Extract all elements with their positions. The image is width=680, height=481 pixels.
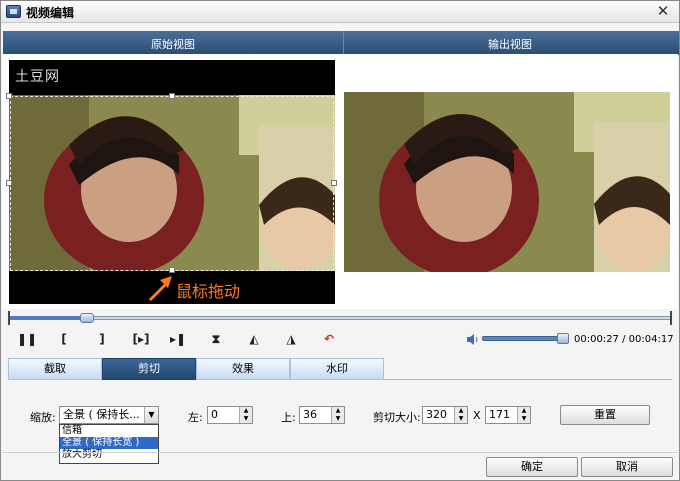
top-offset-label: 上: [281, 411, 296, 424]
crop-handle-bottom[interactable] [169, 267, 175, 273]
crop-width-stepper[interactable]: ▲ ▼ [454, 407, 467, 423]
crop-handle-top-left[interactable] [6, 93, 12, 99]
top-offset-value: 36 [303, 408, 317, 421]
pause-button[interactable]: ❚❚ [14, 328, 40, 350]
left-offset-input[interactable]: 0 ▲ ▼ [207, 406, 253, 424]
volume-slider[interactable] [482, 336, 567, 341]
crop-height-stepper[interactable]: ▲ ▼ [517, 407, 530, 423]
top-offset-input[interactable]: 36 ▲ ▼ [299, 406, 345, 424]
left-offset-value: 0 [211, 408, 218, 421]
timeline-slider[interactable] [8, 311, 672, 325]
rotate-left-icon[interactable]: ◭ [241, 328, 267, 350]
timeline-end-marker [670, 311, 672, 325]
window-title: 视频编辑 [26, 6, 75, 20]
zoom-option-zoom-crop[interactable]: 放大剪切 [60, 449, 158, 461]
close-icon[interactable]: ✕ [655, 3, 671, 19]
output-view-label: 输出视图 [488, 38, 532, 51]
crop-handle-top[interactable] [169, 93, 175, 99]
rotate-right-icon[interactable]: ◮ [278, 328, 304, 350]
crop-width-input[interactable]: 320 ▲ ▼ [422, 406, 468, 424]
zoom-dropdown-list: 信箱 全景 ( 保持长宽 ) 放大剪切 [59, 424, 159, 464]
tab-effect[interactable]: 效果 [196, 358, 290, 380]
crop-height-value: 171 [489, 408, 510, 421]
source-watermark: 土豆网 [15, 69, 60, 85]
output-frame [344, 92, 670, 272]
timeline-start-marker [8, 311, 10, 325]
cancel-button[interactable]: 取消 [581, 457, 673, 477]
undo-icon[interactable]: ↶ [316, 328, 342, 350]
timeline-played [8, 316, 86, 320]
zoom-select-value: 全景 ( 保持长... [63, 408, 140, 421]
volume-icon[interactable] [466, 333, 480, 346]
flip-vertical-icon[interactable]: ⧗ [203, 328, 229, 350]
view-header: 原始视图 输出视图 [3, 31, 679, 55]
ok-button[interactable]: 确定 [486, 457, 578, 477]
timeline-thumb[interactable] [80, 313, 94, 323]
mark-in-button[interactable]: [ [51, 328, 77, 350]
edit-tabs: 截取 剪切 效果 水印 [8, 358, 672, 380]
crop-height-input[interactable]: 171 ▲ ▼ [485, 406, 531, 424]
crop-selection-box[interactable] [10, 96, 334, 271]
timeline-track [8, 316, 672, 320]
reset-button[interactable]: 重置 [560, 405, 650, 425]
zoom-label: 缩放: [30, 411, 56, 424]
view-divider [343, 31, 344, 55]
crop-handle-right[interactable] [331, 180, 337, 186]
crop-width-value: 320 [426, 408, 447, 421]
footer-divider [2, 452, 678, 453]
chevron-down-icon[interactable]: ▼ [144, 407, 158, 423]
mark-out-button[interactable]: ] [89, 328, 115, 350]
app-icon [6, 5, 21, 18]
crop-handle-left[interactable] [6, 180, 12, 186]
tab-watermark[interactable]: 水印 [290, 358, 384, 380]
output-frame-image [344, 92, 670, 272]
title-bar: 视频编辑 ✕ [1, 1, 679, 23]
size-times-label: X [473, 409, 481, 422]
zoom-option-pan-keep-ratio[interactable]: 全景 ( 保持长宽 ) [60, 437, 158, 449]
tab-crop[interactable]: 剪切 [102, 358, 196, 380]
drag-arrow-icon [148, 276, 172, 302]
top-offset-stepper[interactable]: ▲ ▼ [331, 407, 344, 423]
zoom-select[interactable]: 全景 ( 保持长... ▼ [59, 406, 159, 424]
time-display: 00:00:27 / 00:04:17 [574, 334, 674, 345]
tab-trim[interactable]: 截取 [8, 358, 102, 380]
volume-thumb[interactable] [557, 333, 569, 344]
step-end-button[interactable]: ▸❚ [165, 328, 191, 350]
zoom-option-letterbox[interactable]: 信箱 [60, 425, 158, 437]
drag-hint-label: 鼠标拖动 [176, 282, 241, 301]
original-view-label: 原始视图 [151, 38, 195, 51]
left-offset-stepper[interactable]: ▲ ▼ [239, 407, 252, 423]
next-frame-button[interactable]: [▸] [128, 328, 154, 350]
left-offset-label: 左: [188, 411, 203, 424]
crop-size-label: 剪切大小: [373, 411, 421, 424]
